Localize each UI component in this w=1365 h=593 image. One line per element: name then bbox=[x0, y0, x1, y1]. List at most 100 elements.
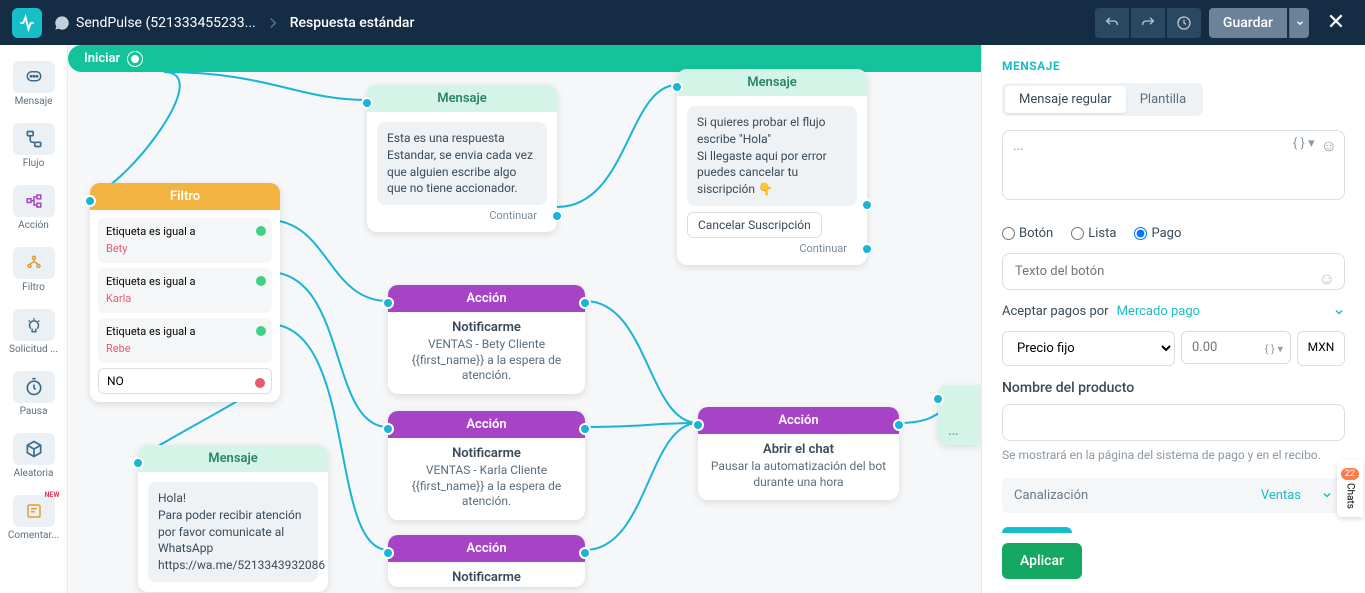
node-port-in[interactable] bbox=[382, 547, 394, 559]
sidebar-item-aleatoria[interactable]: Aleatoria bbox=[6, 427, 62, 485]
sidebar-label: Pausa bbox=[20, 406, 48, 417]
action-title: Abrir el chat bbox=[698, 434, 899, 459]
sidebar-item-solicitud[interactable]: Solicitud ... bbox=[6, 303, 62, 361]
node-port-out[interactable] bbox=[893, 419, 905, 431]
radio-boton[interactable]: Botón bbox=[1002, 226, 1053, 241]
node-header: Acción bbox=[698, 407, 899, 434]
sidebar-item-accion[interactable]: Acción bbox=[6, 179, 62, 237]
channel-select[interactable]: Canalización Ventas bbox=[1002, 478, 1345, 513]
node-port-in[interactable] bbox=[382, 297, 394, 309]
sidebar-item-flujo[interactable]: Flujo bbox=[6, 117, 62, 175]
panel-title: MENSAJE bbox=[982, 45, 1365, 83]
breadcrumb-account-label: SendPulse (521333455233... bbox=[76, 15, 256, 31]
node-port-in[interactable] bbox=[361, 97, 373, 109]
action-node-2[interactable]: Acción Notificarme VENTAS - Karla Client… bbox=[388, 411, 585, 520]
whatsapp-icon bbox=[54, 15, 70, 31]
port-false[interactable] bbox=[255, 378, 265, 388]
tab-regular[interactable]: Mensaje regular bbox=[1005, 86, 1126, 113]
message-icon bbox=[13, 61, 55, 93]
product-name-label: Nombre del producto bbox=[1002, 380, 1345, 396]
sidebar-label: Acción bbox=[18, 220, 49, 231]
node-header: Acción bbox=[388, 535, 585, 562]
breadcrumb-title[interactable]: Respuesta estándar bbox=[290, 15, 415, 31]
chevron-down-icon bbox=[1321, 489, 1333, 501]
app-logo[interactable] bbox=[12, 8, 42, 38]
node-port-out[interactable] bbox=[861, 199, 873, 211]
node-port-in[interactable] bbox=[932, 393, 944, 405]
node-port-out[interactable] bbox=[551, 210, 563, 222]
action-desc: VENTAS - Karla Cliente {{first_name}} a … bbox=[388, 463, 585, 520]
action-node-1[interactable]: Acción Notificarme VENTAS - Bety Cliente… bbox=[388, 285, 585, 394]
message-button[interactable]: Cancelar Suscripción bbox=[687, 212, 822, 238]
chats-badge[interactable]: 22 Chats bbox=[1337, 460, 1363, 517]
button-type-radios: Botón Lista Pago bbox=[1002, 226, 1345, 241]
node-port-in[interactable] bbox=[671, 81, 683, 93]
tab-template[interactable]: Plantilla bbox=[1126, 86, 1200, 113]
button-text-input[interactable] bbox=[1002, 253, 1345, 290]
emoji-icon[interactable]: ☺ bbox=[1321, 136, 1337, 156]
node-port-out[interactable] bbox=[579, 423, 591, 435]
close-button[interactable]: ✕ bbox=[1319, 6, 1353, 40]
filter-condition[interactable]: Etiqueta es igual aKarla bbox=[98, 268, 272, 313]
filter-condition[interactable]: Etiqueta es igual aRebe bbox=[98, 318, 272, 363]
node-port-out[interactable] bbox=[579, 547, 591, 559]
action-desc: Pausar la automatización del bot durante… bbox=[698, 459, 899, 500]
port-true[interactable] bbox=[256, 226, 266, 236]
history-button[interactable] bbox=[1167, 8, 1201, 38]
variable-icon[interactable]: { } ▾ bbox=[1265, 342, 1283, 355]
breadcrumb: SendPulse (521333455233... Respuesta est… bbox=[54, 14, 414, 32]
chat-count: 22 bbox=[1341, 468, 1359, 480]
sidebar: Mensaje Flujo Acción Filtro Solicitud ..… bbox=[0, 45, 68, 593]
node-port-in[interactable] bbox=[382, 423, 394, 435]
flow-icon bbox=[13, 123, 55, 155]
filter-no[interactable]: NO bbox=[98, 368, 272, 394]
sidebar-item-mensaje[interactable]: Mensaje bbox=[6, 55, 62, 113]
sidebar-item-comentar[interactable]: NEW Comentar... bbox=[6, 489, 62, 547]
radio-lista[interactable]: Lista bbox=[1071, 226, 1116, 241]
cropped-node[interactable]: … bbox=[938, 385, 980, 445]
undo-button[interactable] bbox=[1095, 8, 1129, 38]
message-node-1[interactable]: Mensaje Esta es una respuesta Estandar, … bbox=[367, 85, 557, 232]
accept-payments-label: Aceptar pagos por bbox=[1002, 304, 1109, 319]
start-port[interactable] bbox=[128, 52, 142, 66]
sidebar-item-pausa[interactable]: Pausa bbox=[6, 365, 62, 423]
filter-node[interactable]: Filtro Etiqueta es igual aBety Etiqueta … bbox=[90, 183, 280, 402]
node-port-out[interactable] bbox=[579, 297, 591, 309]
sidebar-label: Flujo bbox=[23, 158, 45, 169]
comment-icon bbox=[13, 495, 55, 527]
action-node-openchat[interactable]: Acción Abrir el chat Pausar la automatiz… bbox=[698, 407, 899, 500]
chevron-down-icon[interactable] bbox=[1333, 306, 1345, 318]
channel-label: Canalización bbox=[1014, 488, 1088, 503]
apply-button[interactable]: Aplicar bbox=[1002, 543, 1082, 579]
chevron-right-icon bbox=[264, 14, 282, 32]
channel-value: Ventas bbox=[1261, 488, 1301, 503]
redo-button[interactable] bbox=[1131, 8, 1165, 38]
add-button[interactable]: Añadir bbox=[1002, 527, 1072, 533]
pause-icon bbox=[13, 371, 55, 403]
message-text: Si quieres probar el flujo escribe "Hola… bbox=[687, 106, 857, 206]
node-port-out[interactable] bbox=[861, 243, 873, 255]
filter-condition[interactable]: Etiqueta es igual aBety bbox=[98, 218, 272, 263]
price-type-select[interactable]: Precio fijo bbox=[1002, 331, 1175, 366]
message-node-2[interactable]: Mensaje Si quieres probar el flujo escri… bbox=[677, 69, 867, 265]
random-icon bbox=[13, 433, 55, 465]
payment-provider-link[interactable]: Mercado pago bbox=[1117, 304, 1200, 319]
save-button[interactable]: Guardar bbox=[1209, 8, 1287, 38]
sidebar-label: Solicitud ... bbox=[9, 344, 58, 355]
message-text: Esta es una respuesta Estandar, se envia… bbox=[377, 122, 547, 205]
port-true[interactable] bbox=[256, 326, 266, 336]
breadcrumb-account[interactable]: SendPulse (521333455233... bbox=[54, 15, 256, 31]
node-port-in[interactable] bbox=[84, 195, 96, 207]
message-node-3[interactable]: Mensaje Hola! Para poder recibir atenció… bbox=[138, 445, 328, 592]
node-port-in[interactable] bbox=[692, 419, 704, 431]
sidebar-item-filtro[interactable]: Filtro bbox=[6, 241, 62, 299]
port-true[interactable] bbox=[256, 276, 266, 286]
action-title: Notificarme bbox=[388, 312, 585, 337]
radio-pago[interactable]: Pago bbox=[1134, 226, 1181, 241]
currency-label: MXN bbox=[1297, 331, 1345, 366]
product-name-input[interactable] bbox=[1002, 404, 1345, 441]
variable-icon[interactable]: { } ▾ bbox=[1293, 136, 1315, 156]
node-port-in[interactable] bbox=[132, 457, 144, 469]
save-dropdown-button[interactable] bbox=[1289, 8, 1309, 38]
action-node-3[interactable]: Acción Notificarme bbox=[388, 535, 585, 587]
